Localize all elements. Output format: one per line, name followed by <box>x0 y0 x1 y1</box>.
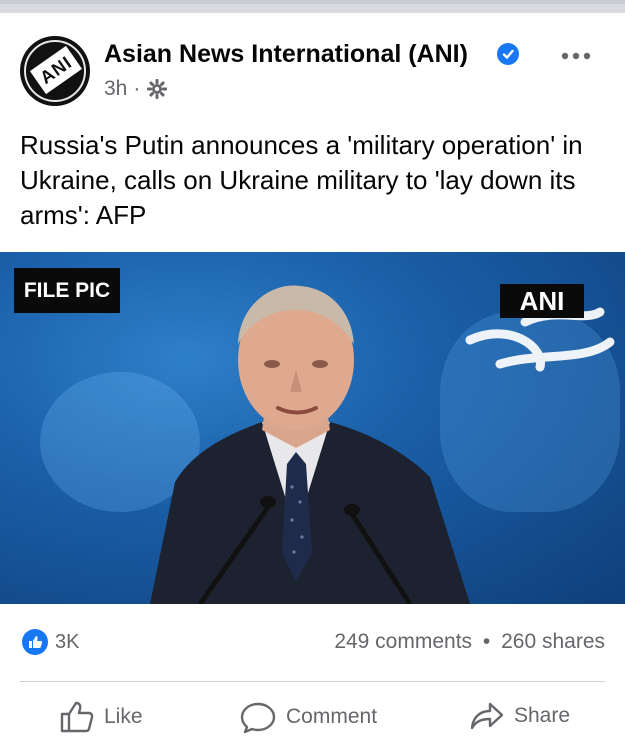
top-strip <box>0 0 625 13</box>
engagement-counts: 249 comments • 260 shares <box>334 630 605 654</box>
post-meta: 3h · <box>104 77 168 101</box>
page-avatar[interactable]: ANI <box>20 36 90 106</box>
comment-button[interactable]: Comment <box>240 701 377 733</box>
share-button[interactable]: Share <box>470 701 570 731</box>
reactions-count[interactable]: 3K <box>55 631 79 654</box>
post-time[interactable]: 3h <box>104 77 127 101</box>
speech-bubble-icon <box>240 702 276 733</box>
divider <box>20 681 605 682</box>
share-label: Share <box>514 704 571 727</box>
page-name[interactable]: Asian News International (ANI) <box>104 40 468 69</box>
post-stats: 3K 249 comments • 260 shares <box>0 625 625 661</box>
gear-icon[interactable] <box>146 78 168 100</box>
more-options-icon[interactable] <box>560 42 592 62</box>
meta-separator: · <box>133 77 141 100</box>
thumbs-up-icon <box>60 701 94 733</box>
verified-badge-icon <box>497 43 519 65</box>
file-pic-label: FILE PIC <box>14 268 120 313</box>
share-arrow-icon <box>470 702 504 730</box>
action-bar: Like Comment Share <box>0 693 625 743</box>
ani-watermark: ANI <box>500 284 584 318</box>
comment-label: Comment <box>286 705 378 728</box>
like-label: Like <box>104 705 143 728</box>
top-strip-inner <box>0 4 625 13</box>
post-text: Russia's Putin announces a 'military ope… <box>20 130 583 230</box>
comments-count[interactable]: 249 comments <box>334 630 472 653</box>
shares-count[interactable]: 260 shares <box>501 630 605 653</box>
post-header: ANI Asian News International (ANI) 3h · <box>0 30 625 110</box>
stats-separator: • <box>482 630 491 653</box>
thumbs-up-icon <box>22 629 48 655</box>
like-button[interactable]: Like <box>60 701 143 733</box>
